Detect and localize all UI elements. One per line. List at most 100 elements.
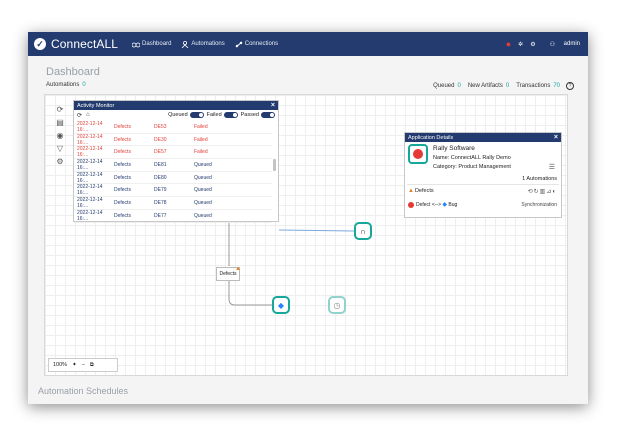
row-type: Defects [114,149,131,156]
jira-icon: ◆ [442,202,448,208]
row-id: DE57 [154,149,167,156]
automations-label: Automations [46,82,80,88]
eye-icon[interactable]: ◉ [57,131,64,140]
map-from: Defect [416,201,431,208]
queued-count: 0 [457,83,461,89]
map-to: Bug [448,201,458,208]
row-type: Defects [114,174,131,181]
table-row[interactable]: 2022-12-14 16:... Defects DE77 Queued [74,210,272,223]
defects-label: Defects [414,188,434,194]
refresh-icon[interactable]: ⟳ [57,105,64,114]
passed-toggle[interactable] [261,112,275,118]
filter-failed[interactable]: Failed [207,112,238,118]
activity-filters: ⟳ ⌂ Queued Failed Passed [74,110,278,120]
nav-connections[interactable]: Connections [235,41,278,48]
app-window: ✓ ConnectALL Dashboard Automations Conne… [28,32,588,404]
nav-automations-label: Automations [191,41,225,47]
edge-label-defects[interactable]: Defects ▲ [216,266,241,281]
row-id: DE30 [154,136,167,143]
row-time: 2022-12-14 16:... [77,184,103,197]
row-status: Failed [194,149,208,156]
filter-passed[interactable]: Passed [241,112,275,118]
app-category-line: Category: Product Management [433,164,511,170]
row-status: Queued [194,199,212,206]
scrollbar[interactable] [273,159,276,171]
row-time: 2022-12-14 16:... [77,133,103,146]
nav-automations[interactable]: Automations [181,40,225,48]
zoom-in-icon[interactable]: ✦ [72,362,77,368]
zoom-out-icon[interactable]: − [82,362,85,368]
activity-monitor-panel: Activity Monitor × ⟳ ⌂ Queued Failed Pas… [73,100,279,223]
filter-queued-label: Queued [168,112,188,118]
transactions-label: Transactions [516,83,551,89]
activity-rows: 2022-12-14 16:... Defects DE53 Failed 2022-… [74,121,272,223]
sync-label: Synchronization [521,202,557,208]
logo[interactable]: ✓ ConnectALL [34,37,118,51]
user-icon: ⚇ [549,41,555,48]
application-details-header: Application Details × [405,133,561,142]
help-icon[interactable]: ? [566,82,574,90]
automations-stat: Automations 0 [46,82,86,88]
automation-node[interactable]: ∩ [354,222,372,240]
canvas-toolbar: ⟳ ▤ ◉ ▽ ⚙ [51,101,69,171]
table-row[interactable]: 2022-12-14 16:... Defects DE79 Queued [74,184,272,198]
clock-icon: ◷ [333,300,341,310]
row-id: DE53 [154,123,167,130]
table-row[interactable]: 2022-12-14 16:... Defects DE81 Queued [74,159,272,172]
row-time: 2022-12-14 16:... [77,146,103,159]
table-row[interactable]: 2022-12-14 16:... Defects DE80 Queued [74,172,272,185]
app-name-line: Name: ConnectALL Rally Demo [433,155,511,161]
jira-node[interactable]: ◆ [272,296,290,314]
activity-monitor-header: Activity Monitor × [74,101,278,110]
filter-passed-label: Passed [240,112,259,118]
pending-node[interactable]: ◷ [328,296,346,314]
toggle-icon[interactable]: ◐ [552,189,557,195]
rally-icon [408,201,414,208]
failed-toggle[interactable] [223,112,238,118]
nav-dashboard[interactable]: Dashboard [132,41,171,48]
zoom-controls: 100% ✦ − ⧉ [48,358,118,372]
table-row[interactable]: 2022-12-14 16:... Defects DE53 Failed [74,121,272,134]
queued-toggle[interactable] [189,112,204,118]
close-icon[interactable]: × [554,134,558,141]
gear-icon[interactable]: ⚙ [530,41,535,48]
row-type: Defects [114,212,131,219]
notification-bell-icon[interactable]: ● [506,39,511,49]
table-row[interactable]: 2022-12-14 16:... Defects DE57 Failed [74,146,272,160]
workflow-canvas[interactable]: ⟳ ▤ ◉ ▽ ⚙ Activity Monitor × ⟳ ⌂ Queued … [44,94,568,376]
zoom-level: 100% [53,362,68,368]
eraser-icon[interactable]: ⌂ [86,112,90,118]
table-row[interactable]: 2022-12-14 16:... Defects DE78 Queued [74,197,272,210]
filter-failed-label: Failed [206,112,222,118]
app-name: Rally Software [433,145,475,152]
logo-text: ConnectALL [51,37,119,51]
dashboard-icon [132,42,141,47]
row-id: DE79 [154,187,167,194]
layers-icon[interactable]: ▤ [56,118,64,127]
connection-line-bottom [228,281,272,306]
row-type: Defects [114,123,131,130]
automation-schedules-title: Automation Schedules [38,386,129,396]
warning-icon: ▲ [408,188,414,194]
connections-icon [235,41,243,47]
automations-count: 0 [82,82,86,88]
filter-icon[interactable]: ▽ [57,144,63,153]
row-time: 2022-12-14 16:... [77,171,103,184]
top-navbar: ✓ ConnectALL Dashboard Automations Conne… [28,32,588,56]
defects-row: ▲ Defects [408,188,434,194]
table-row[interactable]: 2022-12-14 16:... Defects DE30 Failed [74,134,272,147]
summary-stats: Queued 0 New Artifacts 0 Transactions 70 ? [426,82,574,90]
edge-label-text: Defects [219,271,237,277]
row-time: 2022-12-14 16:... [77,158,103,171]
close-icon[interactable]: × [271,102,275,109]
filter-queued[interactable]: Queued [168,112,204,118]
nav-connections-label: Connections [244,41,279,47]
row-id: DE78 [154,199,167,206]
user-menu[interactable]: ⚇ admin [543,41,580,48]
settings-gear-icon[interactable]: ✲ [518,41,523,48]
refresh-icon[interactable]: ⟳ [77,112,82,119]
gear-icon[interactable]: ⚙ [56,157,63,166]
connection-line-top [278,229,355,232]
sliders-icon[interactable]: ☰ [549,163,555,171]
fit-view-icon[interactable]: ⧉ [90,362,94,369]
